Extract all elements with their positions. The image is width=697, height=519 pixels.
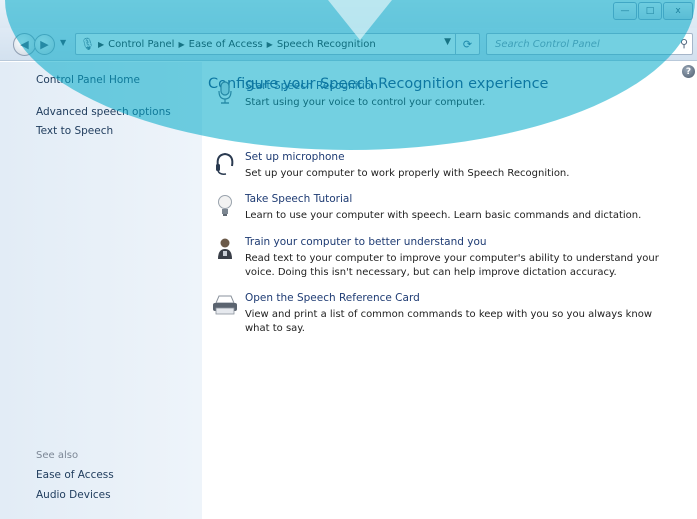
train-computer-link[interactable]: Train your computer to better understand… bbox=[245, 236, 487, 248]
task-description: Learn to use your computer with speech. … bbox=[245, 210, 642, 221]
task-description: View and print a list of common commands… bbox=[245, 309, 653, 334]
navigation-bar: ◀ ▶ ▼ 🎙 ▶ Control Panel ▶ Ease of Access… bbox=[0, 28, 697, 61]
main-content: ? Configure your Speech Recognition expe… bbox=[202, 62, 697, 519]
breadcrumb-control-panel[interactable]: Control Panel bbox=[108, 39, 174, 50]
audio-devices-link[interactable]: Audio Devices bbox=[36, 489, 111, 501]
chevron-right-icon[interactable]: ▶ bbox=[98, 40, 104, 49]
chevron-down-icon[interactable]: ▼ bbox=[444, 37, 451, 47]
title-bar: — □ x bbox=[0, 0, 697, 28]
headset-icon bbox=[212, 151, 238, 177]
task-description: Set up your computer to work properly wi… bbox=[245, 168, 570, 179]
arrow-right-icon: ▶ bbox=[40, 38, 49, 51]
chevron-right-icon[interactable]: ▶ bbox=[267, 40, 273, 49]
window-controls: — □ x bbox=[613, 2, 693, 20]
minimize-button[interactable]: — bbox=[613, 2, 637, 20]
recent-pages-dropdown[interactable]: ▼ bbox=[60, 38, 66, 47]
breadcrumb-ease-of-access[interactable]: Ease of Access bbox=[189, 39, 263, 50]
take-speech-tutorial-link[interactable]: Take Speech Tutorial bbox=[245, 193, 352, 205]
search-icon[interactable]: ⚲ bbox=[680, 37, 688, 50]
task-description: Read text to your computer to improve yo… bbox=[245, 253, 659, 278]
search-input[interactable]: Search Control Panel ⚲ bbox=[486, 33, 693, 55]
help-icon[interactable]: ? bbox=[682, 65, 695, 78]
close-button[interactable]: x bbox=[663, 2, 693, 20]
see-also-heading: See also bbox=[36, 450, 79, 461]
start-speech-recognition-link[interactable]: Start Speech Recognition bbox=[245, 80, 378, 92]
speaker-person-icon bbox=[212, 236, 238, 262]
set-up-microphone-link[interactable]: Set up microphone bbox=[245, 151, 345, 163]
lightbulb-icon bbox=[212, 193, 238, 219]
address-bar[interactable]: 🎙 ▶ Control Panel ▶ Ease of Access ▶ Spe… bbox=[75, 33, 480, 55]
refresh-button[interactable]: ⟳ bbox=[455, 33, 479, 55]
search-placeholder: Search Control Panel bbox=[495, 38, 600, 50]
forward-button[interactable]: ▶ bbox=[34, 34, 55, 55]
arrow-left-icon: ◀ bbox=[20, 38, 29, 51]
microphone-icon bbox=[212, 80, 238, 106]
ease-of-access-link[interactable]: Ease of Access bbox=[36, 469, 114, 481]
microphone-icon: 🎙 bbox=[80, 37, 96, 51]
printer-icon bbox=[212, 292, 238, 318]
chevron-right-icon[interactable]: ▶ bbox=[178, 40, 184, 49]
left-pane: Control Panel Home Advanced speech optio… bbox=[0, 62, 202, 519]
advanced-speech-options-link[interactable]: Advanced speech options bbox=[36, 106, 171, 118]
task-description: Start using your voice to control your c… bbox=[245, 97, 486, 108]
text-to-speech-link[interactable]: Text to Speech bbox=[36, 125, 113, 137]
back-button[interactable]: ◀ bbox=[13, 33, 36, 56]
breadcrumb-speech-recognition[interactable]: Speech Recognition bbox=[277, 39, 376, 50]
maximize-button[interactable]: □ bbox=[638, 2, 662, 20]
control-panel-home-link[interactable]: Control Panel Home bbox=[36, 74, 140, 86]
open-reference-card-link[interactable]: Open the Speech Reference Card bbox=[245, 292, 420, 304]
